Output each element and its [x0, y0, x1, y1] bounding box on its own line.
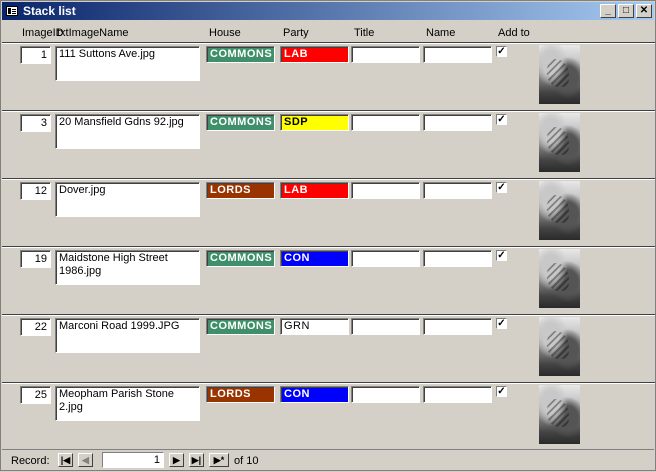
- house-field[interactable]: COMMONS: [206, 46, 275, 63]
- name-field[interactable]: [423, 182, 492, 199]
- image-name-field[interactable]: Meopham Parish Stone 2.jpg: [55, 386, 200, 421]
- previous-record-icon[interactable]: ◀: [78, 453, 93, 467]
- column-header-imagename: txtImageName: [57, 27, 129, 39]
- add-to-checkbox[interactable]: ✓: [496, 386, 507, 397]
- record-row: 1 111 Suttons Ave.jpg COMMONS LAB ✓: [2, 42, 655, 111]
- add-to-checkbox[interactable]: ✓: [496, 114, 507, 125]
- record-total: 10: [246, 455, 259, 467]
- add-to-checkbox[interactable]: ✓: [496, 318, 507, 329]
- name-field[interactable]: [423, 250, 492, 267]
- image-thumbnail: [539, 385, 580, 444]
- party-field[interactable]: LAB: [280, 46, 349, 63]
- column-header-house: House: [209, 27, 241, 39]
- image-id-field[interactable]: 1: [20, 46, 51, 64]
- name-field[interactable]: [423, 114, 492, 131]
- title-field[interactable]: [351, 182, 420, 199]
- name-field[interactable]: [423, 318, 492, 335]
- record-row: 12 Dover.jpg LORDS LAB ✓: [2, 178, 655, 247]
- column-header-party: Party: [283, 27, 309, 39]
- maximize-button[interactable]: □: [618, 4, 634, 18]
- minimize-button[interactable]: _: [600, 4, 616, 18]
- title-field[interactable]: [351, 318, 420, 335]
- add-to-checkbox[interactable]: ✓: [496, 46, 507, 57]
- new-record-icon[interactable]: ▶*: [209, 453, 229, 467]
- title-field[interactable]: [351, 114, 420, 131]
- image-name-field[interactable]: Maidstone High Street 1986.jpg: [55, 250, 200, 285]
- record-row: 22 Marconi Road 1999.JPG COMMONS GRN ✓: [2, 314, 655, 383]
- stack-list-window: Stack list _ □ ✕ ImageID txtImageName Ho…: [0, 0, 656, 471]
- party-field[interactable]: LAB: [280, 182, 349, 199]
- record-count: of 10: [234, 455, 259, 467]
- last-record-icon[interactable]: ▶|: [189, 453, 204, 467]
- image-thumbnail: [539, 317, 580, 376]
- column-header-add-to: Add to: [498, 27, 530, 39]
- image-id-field[interactable]: 12: [20, 182, 51, 200]
- form-icon: [6, 6, 18, 16]
- record-row: 3 20 Mansfield Gdns 92.jpg COMMONS SDP ✓: [2, 110, 655, 179]
- image-name-field[interactable]: 20 Mansfield Gdns 92.jpg: [55, 114, 200, 149]
- party-field[interactable]: SDP: [280, 114, 349, 131]
- title-bar[interactable]: Stack list _ □ ✕: [2, 2, 654, 20]
- house-field[interactable]: COMMONS: [206, 114, 275, 131]
- party-field[interactable]: GRN: [280, 318, 349, 335]
- title-field[interactable]: [351, 46, 420, 63]
- image-id-field[interactable]: 25: [20, 386, 51, 404]
- column-header-name: Name: [426, 27, 456, 39]
- record-number-input[interactable]: 1: [102, 452, 164, 468]
- first-record-icon[interactable]: |◀: [58, 453, 73, 467]
- house-field[interactable]: LORDS: [206, 386, 275, 403]
- image-thumbnail: [539, 249, 580, 308]
- record-label: Record:: [11, 455, 50, 467]
- name-field[interactable]: [423, 386, 492, 403]
- window-controls: _ □ ✕: [600, 4, 652, 18]
- column-header-title: Title: [354, 27, 375, 39]
- window-title: Stack list: [23, 4, 76, 18]
- image-id-field[interactable]: 3: [20, 114, 51, 132]
- add-to-checkbox[interactable]: ✓: [496, 250, 507, 261]
- image-thumbnail: [539, 181, 580, 240]
- image-name-field[interactable]: 111 Suttons Ave.jpg: [55, 46, 200, 81]
- record-navigation-bar: Record: |◀ ◀ 1 ▶ ▶| ▶* of 10: [2, 449, 654, 472]
- title-field[interactable]: [351, 386, 420, 403]
- next-record-icon[interactable]: ▶: [169, 453, 184, 467]
- party-field[interactable]: CON: [280, 250, 349, 267]
- image-name-field[interactable]: Marconi Road 1999.JPG: [55, 318, 200, 353]
- house-field[interactable]: COMMONS: [206, 250, 275, 267]
- house-field[interactable]: LORDS: [206, 182, 275, 199]
- record-row: 25 Meopham Parish Stone 2.jpg LORDS CON ✓: [2, 382, 655, 451]
- image-id-field[interactable]: 22: [20, 318, 51, 336]
- image-id-field[interactable]: 19: [20, 250, 51, 268]
- title-field[interactable]: [351, 250, 420, 267]
- image-thumbnail: [539, 113, 580, 172]
- house-field[interactable]: COMMONS: [206, 318, 275, 335]
- image-thumbnail: [539, 45, 580, 104]
- record-row: 19 Maidstone High Street 1986.jpg COMMONS C…: [2, 246, 655, 315]
- image-name-field[interactable]: Dover.jpg: [55, 182, 200, 217]
- add-to-checkbox[interactable]: ✓: [496, 182, 507, 193]
- close-button[interactable]: ✕: [636, 4, 652, 18]
- party-field[interactable]: CON: [280, 386, 349, 403]
- record-of-label: of: [234, 455, 244, 467]
- name-field[interactable]: [423, 46, 492, 63]
